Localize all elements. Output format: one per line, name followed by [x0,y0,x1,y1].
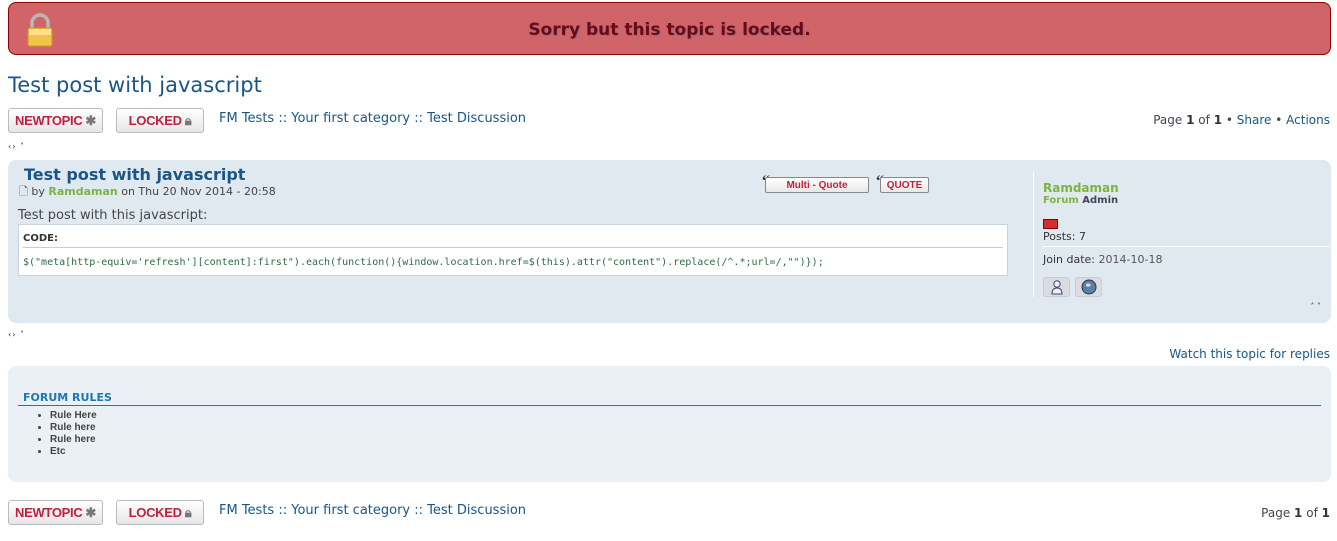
code-block: CODE: $("meta[http-equiv='refresh'][cont… [18,224,1008,276]
page-label: Page [1153,113,1183,127]
padlock-icon: 🔒︎ [184,504,192,520]
locked-button[interactable]: LOCKED 🔒︎ [116,108,204,133]
join-date: 2014-10-18 [1098,253,1163,266]
of-label: of [1198,113,1210,127]
current-page: 1 [1294,506,1303,520]
watch-topic-link[interactable]: Watch this topic for replies [1169,347,1330,361]
profile-rank: Forum Admin [1043,195,1118,206]
page-label: Page [1261,506,1291,520]
profile-button[interactable] [1043,277,1070,297]
by-label: by [31,185,45,198]
current-page: 1 [1186,113,1195,127]
breadcrumb-subforum[interactable]: Test Discussion [427,111,526,126]
user-icon [1050,280,1063,295]
flag-icon [1043,219,1058,229]
breadcrumb-forum[interactable]: FM Tests [219,503,274,518]
bullet: • [1275,113,1283,127]
locked-label: LOCKED [128,505,182,520]
breadcrumb-category[interactable]: Your first category [291,111,410,126]
of-label: of [1306,506,1318,520]
rule-item: Etc [50,446,97,458]
website-button[interactable] [1075,277,1102,297]
star-icon: ✱ [85,504,96,520]
pagination-bottom: Page 1 of 1 [1261,506,1330,520]
total-pages: 1 [1213,113,1223,127]
breadcrumb-subforum[interactable]: Test Discussion [427,503,526,518]
breadcrumb-sep: :: [278,111,288,126]
code-divider [23,247,1003,248]
breadcrumb-category[interactable]: Your first category [291,503,410,518]
rule-item: Rule Here [50,410,97,422]
actions-link[interactable]: Actions [1286,113,1330,127]
breadcrumb-sep: :: [278,503,288,518]
profile-join-date: Join date: 2014-10-18 [1043,253,1162,266]
new-topic-label: NEWTOPIC [14,113,83,128]
post-icon: 🗋 [19,185,28,198]
profile-username[interactable]: Ramdaman [1043,181,1119,195]
new-topic-button-bottom[interactable]: NEWTOPIC ✱ [8,500,103,525]
rules-title: FORUM RULES [23,391,112,404]
posts-label: Posts: [1043,230,1076,243]
rule-item: Rule here [50,422,97,434]
post-meta: 🗋 by Ramdaman on Thu 20 Nov 2014 - 20:58 [19,183,276,202]
breadcrumb: FM Tests :: Your first category :: Test … [219,111,526,126]
share-link[interactable]: Share [1237,113,1272,127]
post-date: on Thu 20 Nov 2014 - 20:58 [121,185,276,198]
bullet: • [1225,113,1233,127]
globe-icon [1081,279,1096,295]
posts-count: 7 [1078,230,1086,243]
forum-rules: FORUM RULES Rule Here Rule here Rule her… [8,366,1331,482]
post-scroll-arrows[interactable]: ˄ ˅ [1310,302,1321,311]
author-profile: Ramdaman Forum Admin Posts: 7 Join date:… [1033,172,1329,297]
code-label: CODE: [23,233,58,244]
pagination-top: Page 1 of 1 • Share • Actions [1153,113,1330,127]
post: Test post with javascript 🗋 by Ramdaman … [8,160,1331,323]
locked-message: Sorry but this topic is locked. [528,20,811,40]
rule-item: Rule here [50,434,97,446]
star-icon: ✱ [85,112,96,128]
topic-nav-top[interactable]: ‹› ˅ [8,142,25,151]
multi-quote-button[interactable]: Multi - Quote [765,177,869,193]
breadcrumb-forum[interactable]: FM Tests [219,111,274,126]
code-content[interactable]: $("meta[http-equiv='refresh'][content]:f… [23,257,824,268]
post-body: Test post with this javascript: [18,208,208,223]
topic-title: Test post with javascript [8,73,262,97]
new-topic-label: NEWTOPIC [14,505,83,520]
rank-part2: Admin [1082,195,1119,206]
profile-posts: Posts: 7 [1043,230,1086,243]
join-label: Join date: [1043,253,1096,266]
quote-button[interactable]: QUOTE [880,177,929,193]
breadcrumb-bottom: FM Tests :: Your first category :: Test … [219,503,526,518]
rules-list: Rule Here Rule here Rule here Etc [26,410,97,458]
rules-divider [18,405,1321,406]
breadcrumb-sep: :: [414,503,424,518]
padlock-icon: 🔒︎ [184,112,192,128]
post-title[interactable]: Test post with javascript [24,165,245,184]
profile-divider [1043,246,1329,247]
breadcrumb-sep: :: [414,111,424,126]
locked-label: LOCKED [128,113,182,128]
rank-part1: Forum [1043,195,1079,206]
locked-button-bottom[interactable]: LOCKED 🔒︎ [116,500,204,525]
new-topic-button[interactable]: NEWTOPIC ✱ [8,108,103,133]
post-author[interactable]: Ramdaman [48,185,117,198]
locked-banner: Sorry but this topic is locked. [8,2,1331,55]
total-pages: 1 [1321,506,1330,520]
topic-nav-bottom[interactable]: ‹› ˄ [8,330,25,339]
